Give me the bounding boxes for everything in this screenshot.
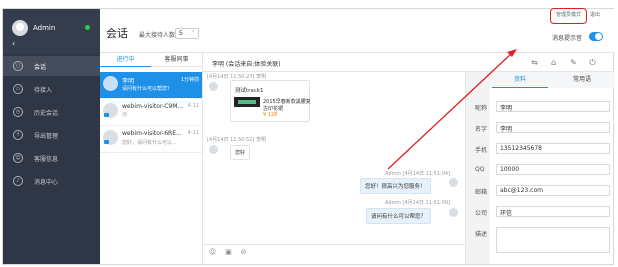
annotation-arrow-line <box>387 52 513 170</box>
annotation-arrow <box>387 49 517 170</box>
